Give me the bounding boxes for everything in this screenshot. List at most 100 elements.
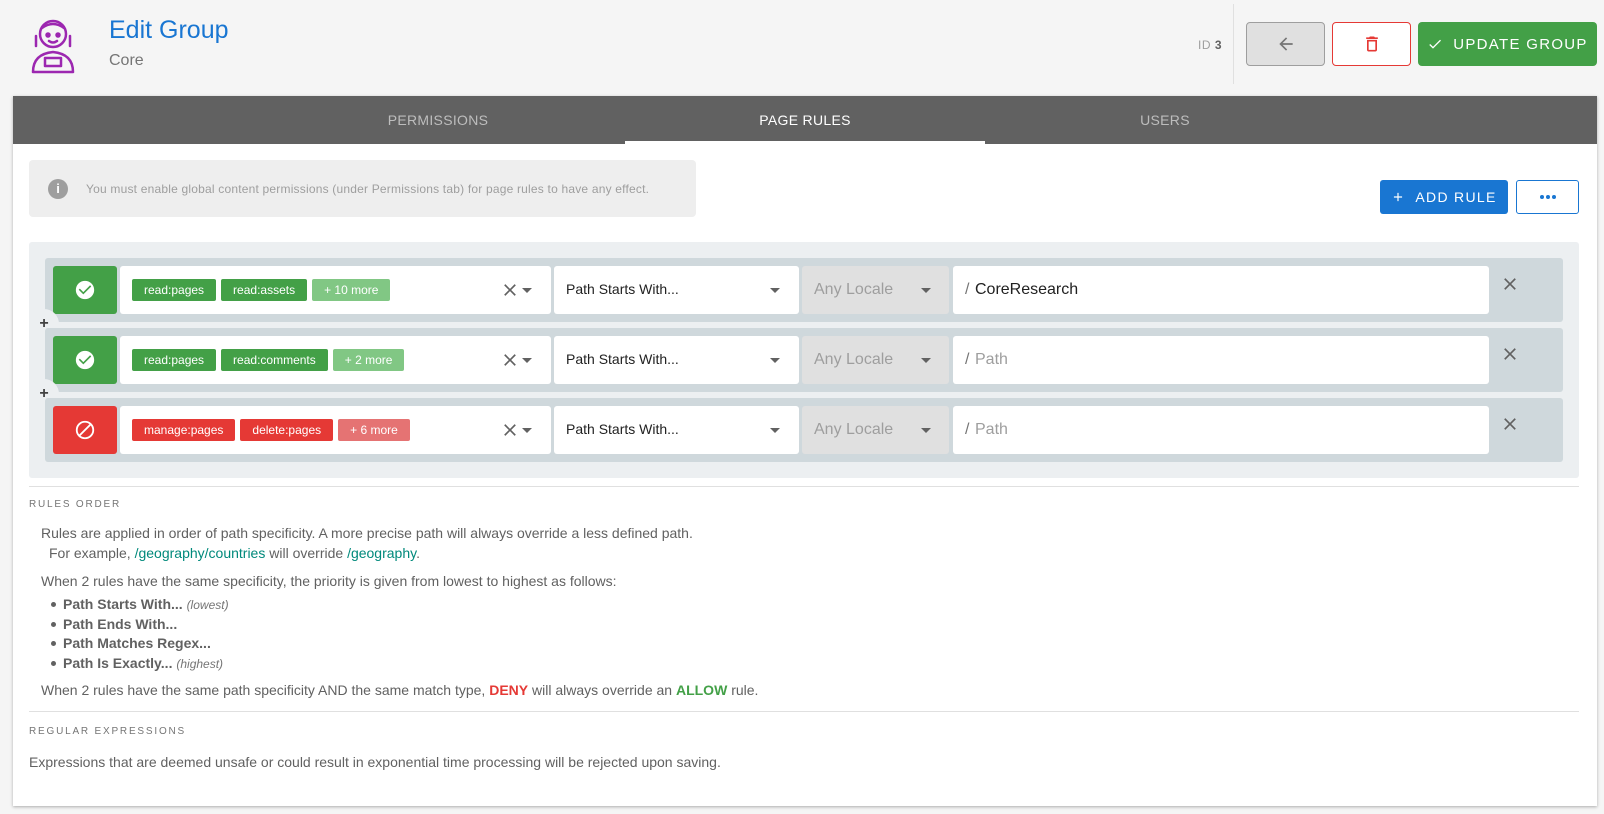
- match-type-value: Path Starts With...: [566, 351, 679, 367]
- permission-chip[interactable]: delete:pages: [240, 419, 334, 441]
- tab-page-rules[interactable]: PAGE RULES: [625, 96, 985, 144]
- tab-permissions[interactable]: PERMISSIONS: [258, 96, 618, 144]
- rule-row: read:pages read:assets + 10 more Path St…: [45, 258, 1563, 322]
- tab-bar: PERMISSIONS PAGE RULES USERS: [13, 96, 1597, 144]
- example-suffix: .: [416, 545, 420, 561]
- rule-row: read:pages read:comments + 2 more Path S…: [45, 328, 1563, 392]
- check-circle-icon: [75, 280, 95, 300]
- locale-placeholder: Any Locale: [814, 281, 894, 298]
- match-type-select[interactable]: Path Starts With...: [554, 336, 799, 384]
- permissions-select[interactable]: read:pages read:assets + 10 more: [120, 266, 551, 314]
- delete-group-button[interactable]: [1332, 22, 1411, 66]
- example-prefix: For example,: [49, 545, 131, 561]
- path-placeholder[interactable]: Path: [975, 351, 1008, 369]
- update-group-button[interactable]: UPDATE GROUP: [1418, 22, 1597, 66]
- chevron-down-icon: [770, 428, 780, 433]
- path-placeholder[interactable]: Path: [975, 421, 1008, 439]
- clear-icon[interactable]: [500, 350, 520, 370]
- permission-chips: read:pages read:assets + 10 more: [132, 279, 391, 301]
- priority-label: Path Matches Regex...: [63, 635, 211, 651]
- page-header: Edit Group Core ID 3 UPDATE GROUP: [0, 0, 1604, 88]
- check-icon: [1429, 39, 1442, 49]
- priority-label: Path Is Exactly...: [63, 654, 173, 671]
- more-permissions-chip[interactable]: + 2 more: [332, 349, 405, 371]
- locale-placeholder: Any Locale: [814, 351, 894, 368]
- header-divider: [1233, 4, 1234, 84]
- locale-select[interactable]: Any Locale: [802, 406, 949, 454]
- locale-placeholder: Any Locale: [814, 421, 894, 438]
- permission-chip[interactable]: read:pages: [132, 349, 217, 371]
- section-divider: [29, 486, 1579, 487]
- match-type-select[interactable]: Path Starts With...: [554, 266, 799, 314]
- add-rule-label: ADD RULE: [1415, 189, 1497, 205]
- priority-list: Path Starts With... (lowest) Path Ends W…: [51, 596, 229, 674]
- rule-deny-toggle[interactable]: [53, 406, 117, 454]
- group-id: ID 3: [1198, 38, 1222, 52]
- page-subtitle: Core: [109, 52, 144, 69]
- permission-chip[interactable]: read:comments: [221, 349, 328, 371]
- path-input[interactable]: / Path: [953, 336, 1489, 384]
- chevron-down-icon[interactable]: [522, 288, 532, 293]
- info-alert: i You must enable global content permiss…: [29, 160, 696, 217]
- chevron-down-icon[interactable]: [522, 358, 532, 363]
- info-message: You must enable global content permissio…: [86, 181, 650, 196]
- rule-row: manage:pages delete:pages + 6 more Path …: [45, 398, 1563, 462]
- more-permissions-chip[interactable]: + 10 more: [312, 279, 391, 301]
- rules-order-example: For example, /geography/countries will o…: [49, 545, 420, 561]
- rule-allow-toggle[interactable]: [53, 336, 117, 384]
- clear-icon[interactable]: [500, 420, 520, 440]
- more-options-button[interactable]: [1516, 180, 1579, 214]
- group-avatar-icon: [18, 14, 88, 74]
- add-rule-button[interactable]: ADD RULE: [1380, 180, 1508, 214]
- rule-allow-toggle[interactable]: [53, 266, 117, 314]
- path-input[interactable]: / Path: [953, 406, 1489, 454]
- plus-icon: [1394, 192, 1403, 202]
- permissions-select[interactable]: manage:pages delete:pages + 6 more: [120, 406, 551, 454]
- chevron-down-icon[interactable]: [522, 428, 532, 433]
- update-group-label: UPDATE GROUP: [1453, 35, 1588, 53]
- match-type-select[interactable]: Path Starts With...: [554, 406, 799, 454]
- arrow-left-icon: [1278, 37, 1293, 51]
- remove-rule-icon[interactable]: [1500, 344, 1520, 364]
- rules-order-title: RULES ORDER: [29, 499, 122, 510]
- rules-order-deny-text: When 2 rules have the same path specific…: [41, 682, 758, 698]
- block-icon: [75, 420, 95, 440]
- back-button[interactable]: [1246, 22, 1325, 66]
- path-prefix: /: [965, 351, 970, 368]
- group-id-value: 3: [1214, 38, 1223, 52]
- list-item: Path Is Exactly... (highest): [51, 655, 229, 675]
- remove-rule-icon[interactable]: [1500, 274, 1520, 294]
- remove-rule-icon[interactable]: [1500, 414, 1520, 434]
- path-input[interactable]: / CoreResearch: [953, 266, 1489, 314]
- chevron-down-icon: [921, 428, 931, 433]
- path-prefix: /: [965, 281, 970, 298]
- group-card: PERMISSIONS PAGE RULES USERS i You must …: [13, 96, 1597, 806]
- path-value[interactable]: CoreResearch: [975, 281, 1078, 299]
- example-path-link[interactable]: /geography/countries: [135, 545, 266, 561]
- locale-select[interactable]: Any Locale: [802, 336, 949, 384]
- trash-icon: [1365, 36, 1378, 52]
- deny-text-mid: will always override an: [532, 682, 673, 698]
- tab-users[interactable]: USERS: [985, 96, 1345, 144]
- regex-title: REGULAR EXPRESSIONS: [29, 726, 187, 737]
- list-item: Path Ends With...: [51, 616, 229, 636]
- chevron-down-icon: [770, 358, 780, 363]
- locale-select[interactable]: Any Locale: [802, 266, 949, 314]
- deny-word: DENY: [489, 682, 529, 698]
- more-permissions-chip[interactable]: + 6 more: [338, 419, 410, 441]
- match-type-value: Path Starts With...: [566, 281, 679, 297]
- example-path-link[interactable]: /geography: [347, 545, 416, 561]
- example-mid: will override: [269, 545, 344, 561]
- priority-note: (lowest): [186, 598, 229, 612]
- permissions-select[interactable]: read:pages read:comments + 2 more: [120, 336, 551, 384]
- permission-chip[interactable]: read:pages: [132, 279, 217, 301]
- info-icon: i: [48, 178, 68, 199]
- chevron-down-icon: [921, 288, 931, 293]
- check-circle-icon: [75, 350, 95, 370]
- more-horizontal-icon: [1539, 195, 1556, 199]
- permission-chip[interactable]: read:assets: [221, 279, 308, 301]
- clear-icon[interactable]: [500, 280, 520, 300]
- section-divider: [29, 711, 1579, 712]
- permission-chip[interactable]: manage:pages: [132, 419, 236, 441]
- priority-label: Path Starts With...: [63, 596, 183, 612]
